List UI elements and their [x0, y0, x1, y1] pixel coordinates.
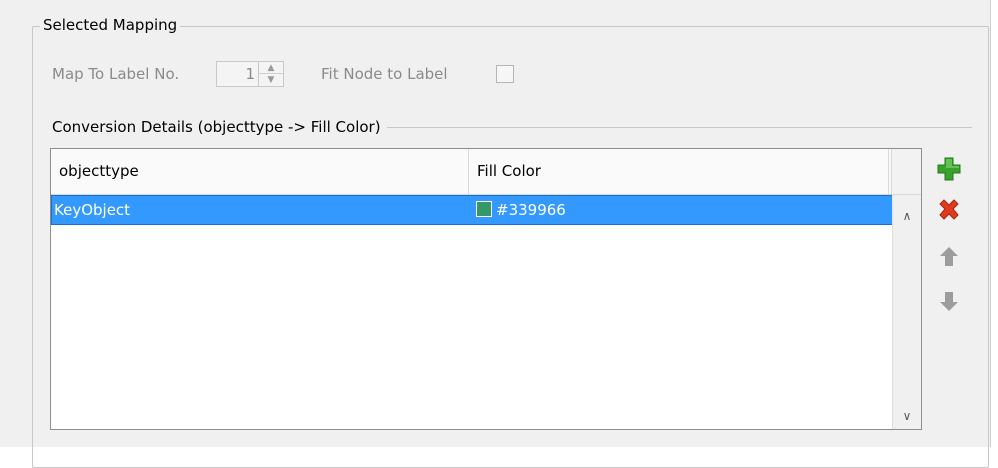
table-header-corner [891, 149, 921, 195]
cell-objecttype[interactable]: KeyObject [52, 196, 470, 224]
scroll-up-icon[interactable]: ∧ [893, 203, 921, 229]
arrow-up-icon [940, 247, 958, 266]
conversion-table: objecttype Fill Color KeyObject #339966 … [50, 148, 922, 430]
conversion-details-title: Conversion Details (objecttype -> Fill C… [52, 118, 387, 136]
fill-color-value: #339966 [496, 201, 566, 219]
spinner-buttons: ▲ ▼ [258, 62, 283, 86]
cell-fill-color[interactable]: #339966 [470, 196, 890, 224]
spinner-value: 1 [245, 65, 255, 83]
add-icon [937, 157, 961, 181]
move-up-button[interactable] [936, 244, 962, 270]
group-title: Selected Mapping [40, 16, 181, 34]
move-down-button[interactable] [936, 288, 962, 314]
column-header-fill-color[interactable]: Fill Color [469, 149, 889, 194]
map-to-label-spinner[interactable]: 1 ▲ ▼ [216, 61, 284, 87]
spin-down-icon[interactable]: ▼ [259, 74, 283, 86]
fit-node-label: Fit Node to Label [321, 65, 448, 83]
map-to-label-label: Map To Label No. [52, 65, 180, 83]
arrow-down-icon [940, 292, 958, 311]
remove-icon [939, 199, 959, 220]
scroll-down-icon[interactable]: ∨ [893, 403, 921, 429]
add-row-button[interactable] [936, 156, 962, 182]
column-header-objecttype[interactable]: objecttype [51, 149, 469, 194]
table-header: objecttype Fill Color [51, 149, 893, 195]
color-swatch [476, 201, 492, 217]
spin-up-icon[interactable]: ▲ [259, 62, 283, 74]
selected-mapping-panel: Selected Mapping Map To Label No. 1 ▲ ▼ … [0, 0, 991, 468]
vertical-scrollbar[interactable]: ∧ ∨ [892, 195, 921, 429]
table-row[interactable]: KeyObject #339966 [51, 195, 893, 225]
fit-node-checkbox[interactable] [496, 65, 514, 83]
remove-row-button[interactable] [936, 197, 962, 223]
